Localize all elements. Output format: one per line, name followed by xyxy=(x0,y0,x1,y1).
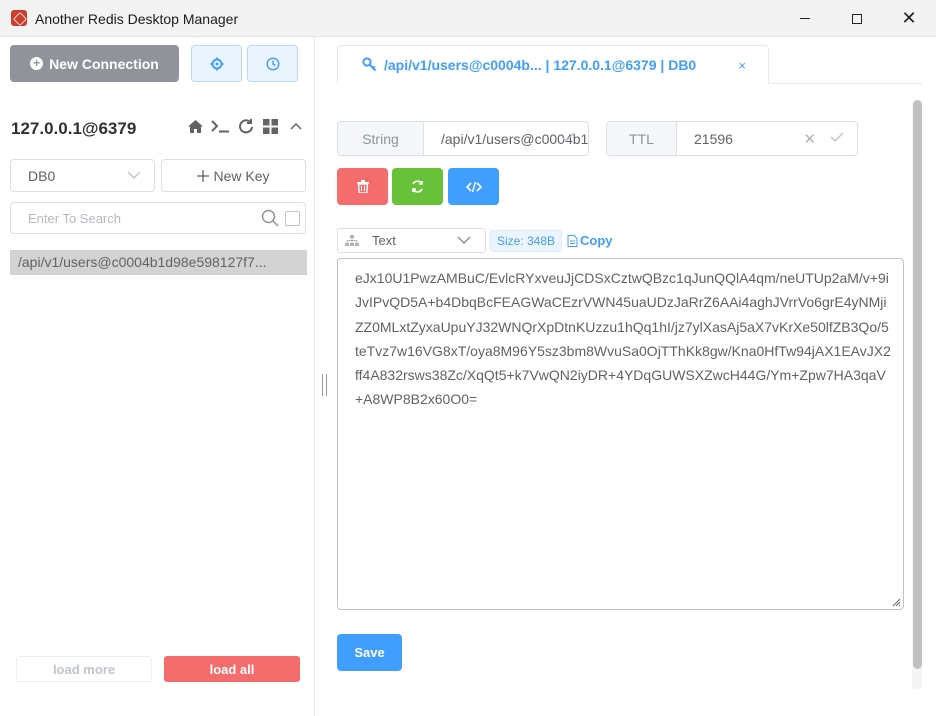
clock-icon xyxy=(265,56,280,71)
refresh-icon[interactable] xyxy=(236,116,255,136)
connection-name[interactable]: 127.0.0.1@6379 xyxy=(11,119,136,139)
key-type-label: String xyxy=(338,122,424,155)
value-textarea[interactable]: eJx10U1PwzAMBuC/EvlcRYxveuJjCDSxCztwQBzc… xyxy=(337,258,904,610)
format-select-value: Text xyxy=(372,233,396,248)
key-list-item[interactable]: /api/v1/users@c0004b1d98e598127f7... xyxy=(10,250,307,275)
exact-search-checkbox[interactable] xyxy=(285,211,300,226)
scrollbar-thumb[interactable] xyxy=(913,100,922,669)
tree-icon xyxy=(345,235,359,246)
connection-toolbar xyxy=(186,116,305,136)
gear-icon xyxy=(210,57,223,70)
resize-grip-icon[interactable] xyxy=(891,597,901,607)
load-all-button[interactable]: load all xyxy=(164,656,300,682)
panel-resize-handle[interactable] xyxy=(322,374,327,396)
load-more-button[interactable]: load more xyxy=(16,656,152,682)
maximize-icon xyxy=(852,13,862,24)
code-icon xyxy=(465,181,482,192)
chevron-down-icon xyxy=(457,236,471,245)
clear-ttl-icon[interactable]: ✕ xyxy=(803,130,816,148)
key-icon xyxy=(362,57,377,72)
home-icon[interactable] xyxy=(186,116,205,136)
copy-label: Copy xyxy=(580,233,613,248)
key-name-input[interactable]: /api/v1/users@c0004b1d98e598127f7 xyxy=(424,122,588,155)
db-select[interactable]: DB0 xyxy=(10,159,155,192)
delete-key-button[interactable] xyxy=(337,168,388,205)
document-icon xyxy=(567,234,578,247)
minimize-icon xyxy=(800,18,810,19)
trash-icon xyxy=(356,180,369,193)
refresh-key-button[interactable] xyxy=(392,168,443,205)
plus-icon xyxy=(197,169,210,182)
db-select-value: DB0 xyxy=(28,167,56,184)
terminal-icon[interactable] xyxy=(211,116,230,136)
ttl-group: TTL 21596 ✕ xyxy=(606,121,858,156)
key-search-input[interactable]: Enter To Search xyxy=(10,202,306,234)
settings-button[interactable] xyxy=(191,45,242,82)
new-key-label: New Key xyxy=(213,167,270,184)
close-icon: ✕ xyxy=(901,8,917,28)
maximize-button[interactable] xyxy=(834,0,880,37)
check-icon[interactable] xyxy=(830,131,844,143)
app-logo-icon xyxy=(11,10,27,26)
dump-command-button[interactable] xyxy=(448,168,499,205)
sidebar: + New Connection 127.0.0.1@6379 DB0 New … xyxy=(0,37,315,716)
ttl-value: 21596 xyxy=(694,130,733,147)
save-button[interactable]: Save xyxy=(337,634,402,671)
check-icon[interactable] xyxy=(561,131,575,143)
chevron-up-icon[interactable] xyxy=(286,116,305,136)
ttl-label: TTL xyxy=(607,122,677,155)
key-name-group: String /api/v1/users@c0004b1d98e598127f7 xyxy=(337,121,589,156)
search-icon[interactable] xyxy=(261,209,279,227)
tab-key-detail[interactable]: /api/v1/users@c0004b... | 127.0.0.1@6379… xyxy=(337,45,769,84)
tab-close-icon[interactable]: × xyxy=(738,58,746,73)
title-bar: Another Redis Desktop Manager ✕ xyxy=(0,0,936,37)
grid-icon[interactable] xyxy=(261,116,280,136)
new-connection-button[interactable]: + New Connection xyxy=(10,45,179,82)
copy-button[interactable]: Copy xyxy=(567,233,613,248)
refresh-icon xyxy=(412,180,423,193)
history-button[interactable] xyxy=(247,45,298,82)
new-connection-label: New Connection xyxy=(49,55,159,72)
ttl-input[interactable]: 21596 ✕ xyxy=(677,122,857,155)
plus-circle-icon: + xyxy=(30,57,44,70)
search-placeholder: Enter To Search xyxy=(28,211,121,226)
minimize-button[interactable] xyxy=(782,0,828,37)
size-tag: Size: 348B xyxy=(490,230,563,252)
close-window-button[interactable]: ✕ xyxy=(886,0,932,37)
chevron-down-icon xyxy=(127,171,141,180)
format-select[interactable]: Text xyxy=(337,228,486,253)
new-key-button[interactable]: New Key xyxy=(161,159,306,192)
tab-label: /api/v1/users@c0004b... | 127.0.0.1@6379… xyxy=(384,56,697,73)
window-title: Another Redis Desktop Manager xyxy=(35,11,239,27)
